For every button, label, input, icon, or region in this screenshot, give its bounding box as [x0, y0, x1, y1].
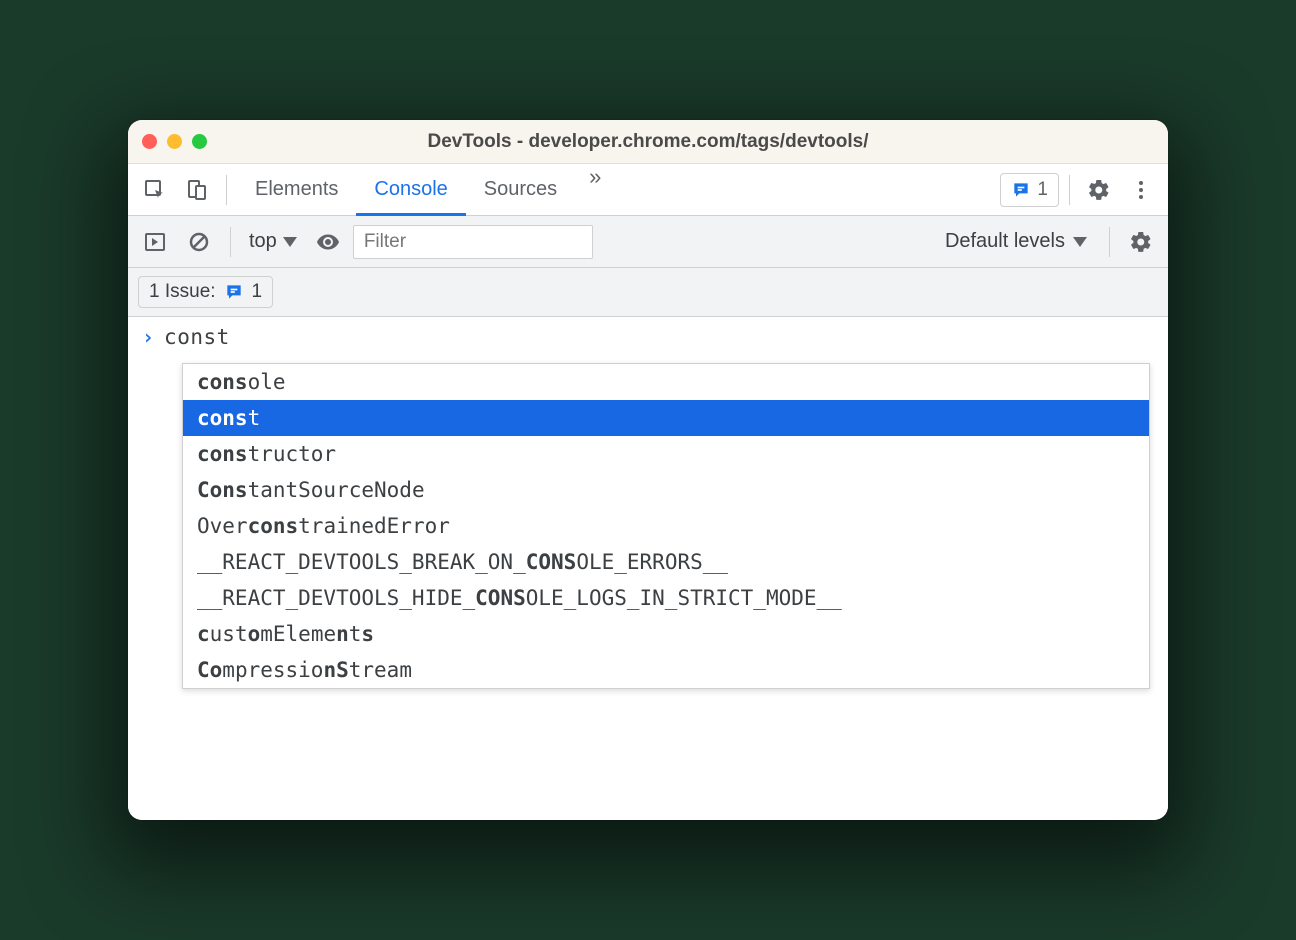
- issue-icon: [224, 282, 244, 302]
- separator: [230, 227, 231, 257]
- autocomplete-item[interactable]: __REACT_DEVTOOLS_BREAK_ON_CONSOLE_ERRORS…: [183, 544, 1149, 580]
- autocomplete-item[interactable]: __REACT_DEVTOOLS_HIDE_CONSOLE_LOGS_IN_ST…: [183, 580, 1149, 616]
- window-title: DevTools - developer.chrome.com/tags/dev…: [128, 131, 1168, 153]
- console-toolbar: top Filter Default levels: [128, 216, 1168, 268]
- more-tabs-icon[interactable]: »: [575, 164, 615, 215]
- context-selector[interactable]: top: [243, 230, 303, 253]
- clear-console-icon[interactable]: [180, 223, 218, 261]
- issues-count: 1: [1037, 179, 1048, 201]
- inspect-element-icon[interactable]: [136, 171, 174, 209]
- live-expression-icon[interactable]: [309, 223, 347, 261]
- main-tabbar: Elements Console Sources » 1: [128, 164, 1168, 216]
- panel-tabs: Elements Console Sources »: [237, 164, 615, 215]
- more-menu-icon[interactable]: [1122, 171, 1160, 209]
- sidebar-toggle-icon[interactable]: [136, 223, 174, 261]
- tab-console[interactable]: Console: [356, 165, 465, 216]
- titlebar: DevTools - developer.chrome.com/tags/dev…: [128, 120, 1168, 164]
- devtools-window: DevTools - developer.chrome.com/tags/dev…: [128, 120, 1168, 820]
- issues-chip-count: 1: [252, 281, 263, 303]
- issues-chip[interactable]: 1 Issue: 1: [138, 276, 273, 308]
- console-body: › const consoleconstconstructorConstantS…: [128, 317, 1168, 820]
- issues-label: 1 Issue:: [149, 281, 216, 303]
- tab-sources[interactable]: Sources: [466, 165, 575, 216]
- separator: [1109, 227, 1110, 257]
- minimize-window-button[interactable]: [167, 134, 182, 149]
- device-toolbar-icon[interactable]: [178, 171, 216, 209]
- chevron-down-icon: [1073, 237, 1087, 247]
- filter-placeholder: Filter: [364, 231, 406, 253]
- close-window-button[interactable]: [142, 134, 157, 149]
- autocomplete-item[interactable]: customElements: [183, 616, 1149, 652]
- chevron-down-icon: [283, 237, 297, 247]
- console-settings-icon[interactable]: [1122, 223, 1160, 261]
- separator: [226, 175, 227, 205]
- prompt-input-text: const: [164, 325, 230, 349]
- issues-row: 1 Issue: 1: [128, 268, 1168, 317]
- context-label: top: [249, 230, 277, 253]
- autocomplete-item[interactable]: OverconstrainedError: [183, 508, 1149, 544]
- autocomplete-item[interactable]: const: [183, 400, 1149, 436]
- issue-icon: [1011, 180, 1031, 200]
- separator: [1069, 175, 1070, 205]
- console-prompt[interactable]: › const: [128, 317, 1168, 357]
- settings-icon[interactable]: [1080, 171, 1118, 209]
- filter-input[interactable]: Filter: [353, 225, 593, 259]
- tab-elements[interactable]: Elements: [237, 165, 356, 216]
- window-controls: [142, 134, 207, 149]
- prompt-caret-icon: ›: [142, 325, 154, 349]
- log-levels-selector[interactable]: Default levels: [935, 230, 1097, 253]
- zoom-window-button[interactable]: [192, 134, 207, 149]
- autocomplete-item[interactable]: CompressionStream: [183, 652, 1149, 688]
- levels-label: Default levels: [945, 230, 1065, 253]
- autocomplete-item[interactable]: constructor: [183, 436, 1149, 472]
- autocomplete-popup: consoleconstconstructorConstantSourceNod…: [182, 363, 1150, 689]
- autocomplete-item[interactable]: console: [183, 364, 1149, 400]
- autocomplete-item[interactable]: ConstantSourceNode: [183, 472, 1149, 508]
- issues-indicator[interactable]: 1: [1000, 173, 1059, 207]
